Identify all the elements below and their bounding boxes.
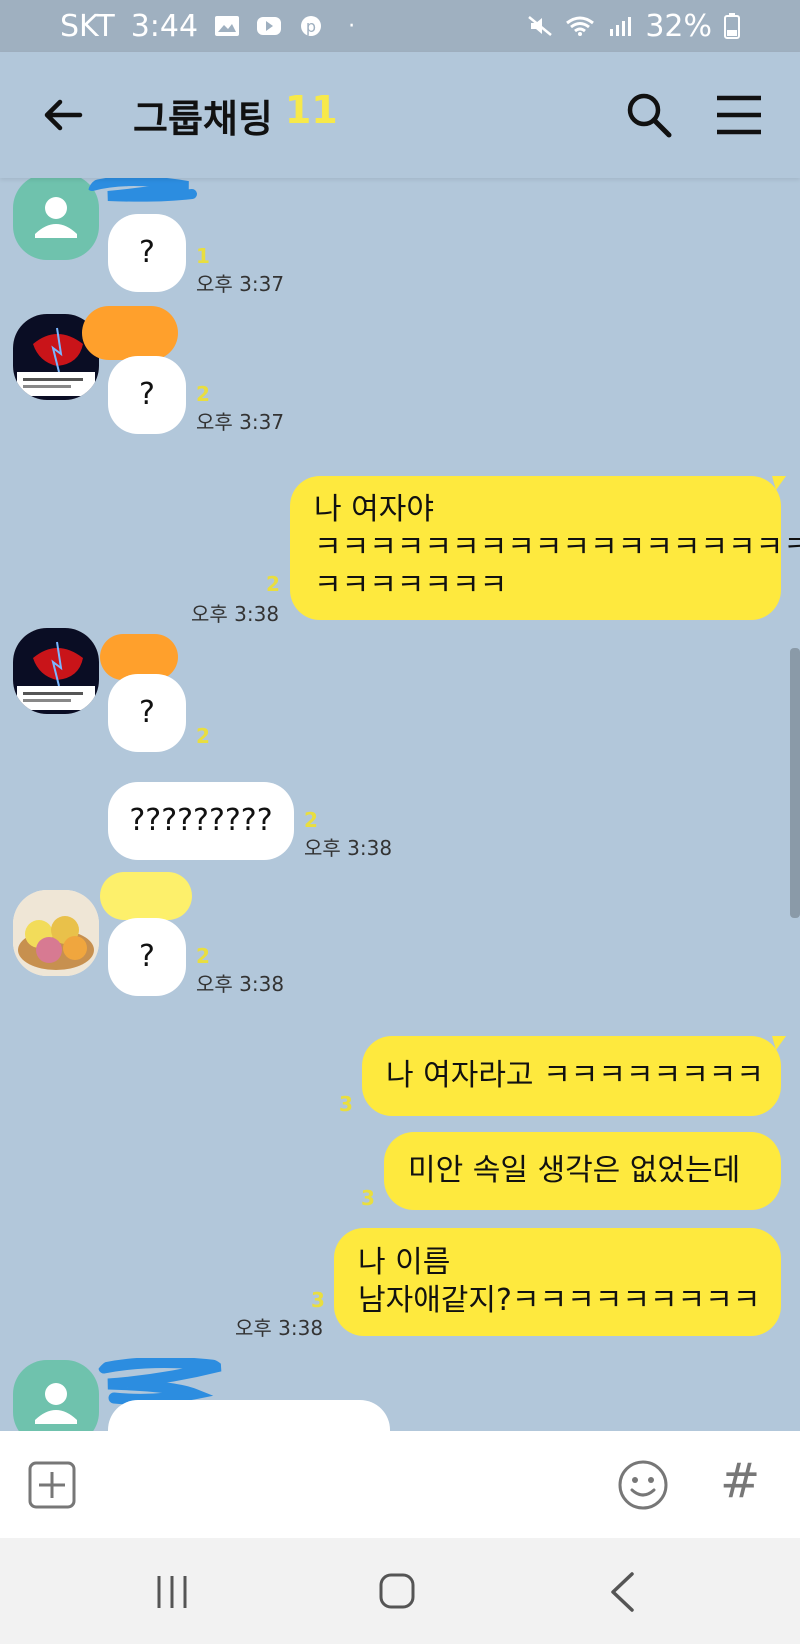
pepper-profile-image — [13, 628, 99, 714]
message-line: ㅋㅋㅋㅋㅋㅋㅋㅋㅋㅋㅋㅋㅋㅋㅋㅋㅋㅋㅋ — [314, 530, 800, 565]
avatar[interactable] — [13, 890, 99, 976]
unread-count: 3 — [361, 1186, 375, 1210]
avatar[interactable] — [13, 178, 99, 260]
status-time: 3:44 — [130, 8, 199, 44]
unread-count: 2 — [266, 572, 280, 596]
battery-percent: 32% — [645, 8, 712, 44]
status-dot: · — [348, 13, 356, 39]
gallery-notification-icon — [215, 16, 240, 36]
scrollbar-thumb[interactable] — [790, 648, 800, 918]
wifi-icon — [566, 16, 595, 36]
menu-icon[interactable] — [714, 92, 764, 138]
message-time: 오후 3:37 — [196, 272, 285, 296]
message-text: ? — [139, 235, 155, 270]
message-bubble[interactable]: 나 여자야 ㅋㅋㅋㅋㅋㅋㅋㅋㅋㅋㅋㅋㅋㅋㅋㅋㅋㅋㅋ ㅋㅋㅋㅋㅋㅋㅋ — [290, 476, 800, 620]
message-bubble[interactable]: ????????? — [108, 782, 294, 860]
message-line: 미안 속일 생각은 없었는데 — [408, 1153, 741, 1188]
bubble-tail — [772, 1036, 786, 1050]
back-arrow-icon[interactable] — [38, 90, 88, 140]
message-line: 나 여자라고 ㅋㅋㅋㅋㅋㅋㅋㅋ — [386, 1058, 764, 1093]
unread-count: 2 — [196, 944, 210, 968]
message-text: ? — [139, 695, 155, 730]
chat-header: 그룹채팅 11 — [0, 52, 800, 178]
unread-count: 3 — [339, 1092, 353, 1116]
chat-title: 그룹채팅 11 — [133, 88, 338, 143]
battery-icon — [724, 13, 740, 39]
message-text: ????????? — [129, 803, 273, 838]
bubble-tail — [772, 476, 786, 490]
message-time: 오후 3:38 — [191, 602, 280, 626]
message-time: 오후 3:38 — [235, 1316, 324, 1340]
svg-text:p: p — [306, 17, 316, 36]
search-icon[interactable] — [622, 88, 676, 142]
youtube-notification-icon — [257, 17, 282, 35]
message-time: 오후 3:38 — [196, 972, 285, 996]
redacted-name — [82, 306, 178, 360]
chat-messages[interactable]: ? 1 오후 3:37 ? 2 오후 3:37 나 여자야 ㅋㅋㅋㅋㅋㅋㅋㅋㅋㅋ… — [0, 178, 800, 1431]
unread-count: 2 — [196, 382, 210, 406]
message-input-bar: # — [0, 1431, 800, 1538]
pinterest-notification-icon: p — [301, 16, 322, 36]
message-line: ㅋㅋㅋㅋㅋㅋㅋ — [314, 568, 508, 603]
message-bubble[interactable]: ? — [108, 674, 186, 752]
unread-count: 2 — [196, 724, 210, 748]
macaron-profile-image — [13, 890, 99, 976]
message-bubble[interactable]: ? — [108, 918, 186, 996]
message-bubble[interactable] — [108, 1400, 390, 1431]
nav-home-icon[interactable] — [378, 1572, 416, 1610]
redacted-name — [100, 872, 192, 920]
message-line: 나 이름 — [358, 1245, 451, 1280]
plus-icon[interactable] — [28, 1461, 76, 1509]
message-bubble[interactable]: ? — [108, 356, 186, 434]
message-bubble[interactable]: ? — [108, 214, 186, 292]
emoji-icon[interactable] — [617, 1459, 669, 1511]
nav-recent-icon[interactable] — [154, 1574, 190, 1610]
unread-count: 1 — [196, 244, 210, 268]
message-bubble[interactable]: 나 이름 남자애같지?ㅋㅋㅋㅋㅋㅋㅋㅋㅋ — [334, 1228, 781, 1336]
message-time: 오후 3:38 — [304, 836, 393, 860]
default-profile-icon — [35, 1383, 77, 1424]
mute-icon — [528, 16, 553, 36]
nav-back-icon[interactable] — [608, 1572, 636, 1612]
message-text: ? — [139, 377, 155, 412]
system-navigation-bar — [0, 1538, 800, 1644]
signal-icon — [610, 17, 632, 36]
unread-count: 3 — [311, 1288, 325, 1312]
message-line: 나 여자야 — [314, 492, 434, 527]
default-profile-icon — [35, 197, 77, 238]
carrier-label: SKT — [60, 8, 115, 44]
avatar[interactable] — [13, 1360, 99, 1431]
unread-count: 2 — [304, 808, 318, 832]
member-count: 11 — [284, 88, 338, 132]
message-line: 남자애같지?ㅋㅋㅋㅋㅋㅋㅋㅋㅋ — [358, 1283, 761, 1318]
hash-icon[interactable]: # — [720, 1453, 760, 1509]
redacted-name — [88, 178, 197, 202]
message-bubble[interactable]: 미안 속일 생각은 없었는데 — [384, 1132, 781, 1210]
status-bar: SKT 3:44 p · 32% — [0, 0, 800, 52]
message-text: ? — [139, 939, 155, 974]
chat-room-name: 그룹채팅 — [133, 97, 273, 141]
avatar[interactable] — [13, 628, 99, 714]
message-time: 오후 3:37 — [196, 410, 285, 434]
message-bubble[interactable]: 나 여자라고 ㅋㅋㅋㅋㅋㅋㅋㅋ — [362, 1036, 781, 1116]
